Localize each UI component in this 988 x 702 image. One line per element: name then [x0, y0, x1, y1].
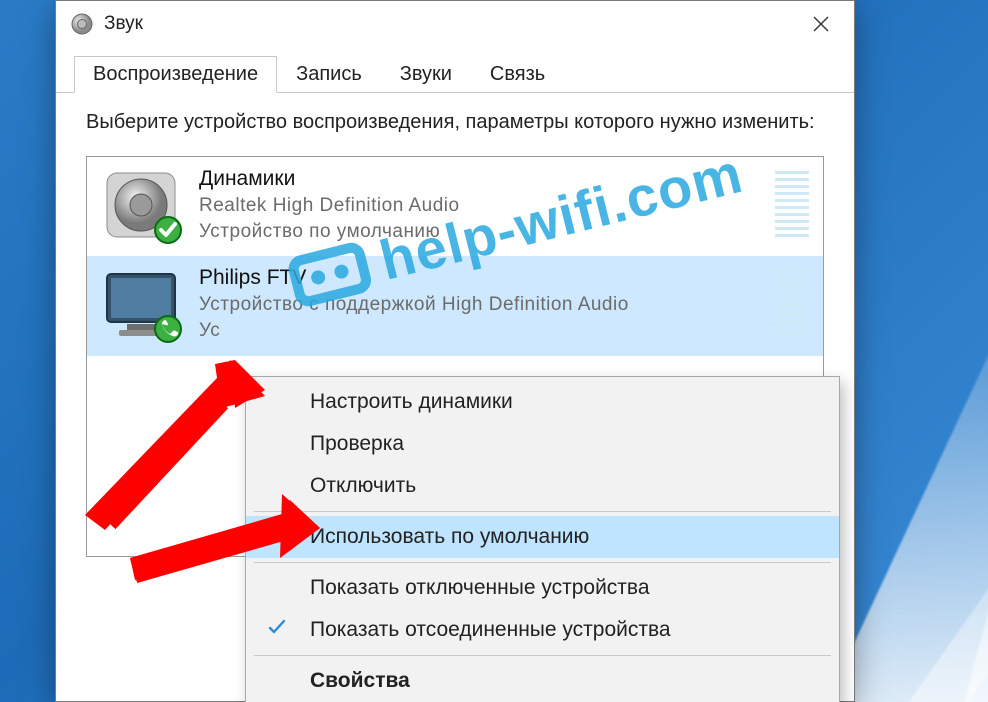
tab-playback[interactable]: Воспроизведение: [74, 56, 277, 93]
device-name: Philips FTV: [199, 266, 629, 290]
device-status: Ус: [199, 318, 629, 344]
menu-set-default[interactable]: Использовать по умолчанию: [246, 516, 839, 558]
window-title: Звук: [104, 13, 143, 35]
monitor-icon: [101, 266, 181, 342]
close-button[interactable]: [796, 4, 846, 44]
device-speakers[interactable]: Динамики Realtek High Definition Audio У…: [87, 157, 823, 256]
menu-show-disconnected[interactable]: Показать отсоединенные устройства: [246, 609, 839, 651]
tab-recording[interactable]: Запись: [277, 56, 381, 93]
check-icon: [268, 618, 286, 642]
menu-label: Показать отсоединенные устройства: [310, 618, 671, 641]
device-philips-ftv[interactable]: Philips FTV Устройство с поддержкой High…: [87, 256, 823, 355]
device-driver: Устройство с поддержкой High Definition …: [199, 292, 629, 318]
menu-separator: [254, 511, 831, 512]
desktop-background: Звук Воспроизведение Запись Звуки Связь …: [0, 0, 988, 702]
close-icon: [813, 16, 829, 32]
phone-badge: [153, 314, 183, 344]
device-text: Динамики Realtek High Definition Audio У…: [199, 167, 460, 244]
level-meter: [775, 270, 809, 336]
default-check-badge: [153, 215, 183, 245]
device-name: Динамики: [199, 167, 460, 191]
menu-disable[interactable]: Отключить: [246, 465, 839, 507]
instruction-text: Выберите устройство воспроизведения, пар…: [86, 109, 824, 136]
menu-separator: [254, 562, 831, 563]
device-text: Philips FTV Устройство с поддержкой High…: [199, 266, 629, 343]
speaker-icon: [101, 167, 181, 243]
menu-separator: [254, 655, 831, 656]
titlebar: Звук: [56, 1, 854, 47]
tab-sounds[interactable]: Звуки: [381, 56, 471, 93]
menu-properties[interactable]: Свойства: [246, 660, 839, 702]
tab-communications[interactable]: Связь: [471, 56, 564, 93]
device-status: Устройство по умолчанию: [199, 219, 460, 245]
menu-show-disabled[interactable]: Показать отключенные устройства: [246, 567, 839, 609]
menu-test[interactable]: Проверка: [246, 423, 839, 465]
menu-configure-speakers[interactable]: Настроить динамики: [246, 381, 839, 423]
tabstrip: Воспроизведение Запись Звуки Связь: [56, 47, 854, 93]
level-meter: [775, 171, 809, 237]
sound-icon: [70, 12, 94, 36]
device-driver: Realtek High Definition Audio: [199, 193, 460, 219]
context-menu: Настроить динамики Проверка Отключить Ис…: [245, 376, 840, 702]
